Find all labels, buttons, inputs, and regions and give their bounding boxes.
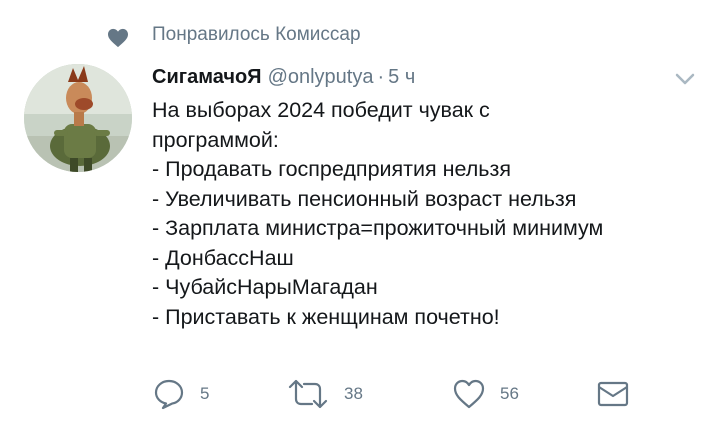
user-handle[interactable]: @onlyputya	[268, 66, 374, 88]
reply-button[interactable]: 5	[152, 374, 209, 414]
display-name[interactable]: СигамачоЯ	[152, 66, 262, 88]
direct-message-button[interactable]	[596, 374, 630, 414]
chevron-down-icon[interactable]	[672, 70, 698, 88]
tweet-line: - Продавать госпредприятия нельзя	[152, 157, 512, 181]
tweet-line: На выборах 2024 победит чувак с	[152, 98, 490, 122]
social-context-label: Понравилось Комиссар	[152, 24, 361, 45]
tweet-line: - Увеличивать пенсионный возраст нельзя	[152, 186, 577, 211]
tweet-line: - Зарплата министра=прожиточный минимум	[152, 216, 604, 240]
like-count: 56	[500, 384, 519, 403]
reply-icon	[154, 379, 184, 410]
retweet-icon	[288, 379, 328, 409]
tweet-line: - ЧубайсНарыМагадан	[152, 275, 378, 299]
heart-outline-icon	[453, 379, 485, 409]
tweet-text: На выборах 2024 победит чувак с программ…	[152, 96, 692, 332]
like-button[interactable]: 56	[452, 374, 519, 414]
retweet-count: 38	[344, 384, 363, 403]
separator: ·	[377, 66, 385, 88]
tweet-actions: 5 38 56	[0, 374, 720, 414]
tweet-line: - Приставать к женщинам почетно!	[152, 304, 500, 329]
retweet-button[interactable]: 38	[286, 374, 363, 414]
tweet-header: СигамачоЯ @onlyputya · 5 ч	[152, 62, 415, 92]
reply-count: 5	[200, 384, 210, 403]
timestamp[interactable]: 5 ч	[388, 66, 415, 88]
heart-icon	[108, 28, 128, 48]
avatar[interactable]	[24, 64, 132, 172]
tweet-line: - ДонбассНаш	[152, 245, 294, 270]
envelope-icon	[597, 381, 629, 407]
tweet-line: программой:	[152, 127, 279, 152]
